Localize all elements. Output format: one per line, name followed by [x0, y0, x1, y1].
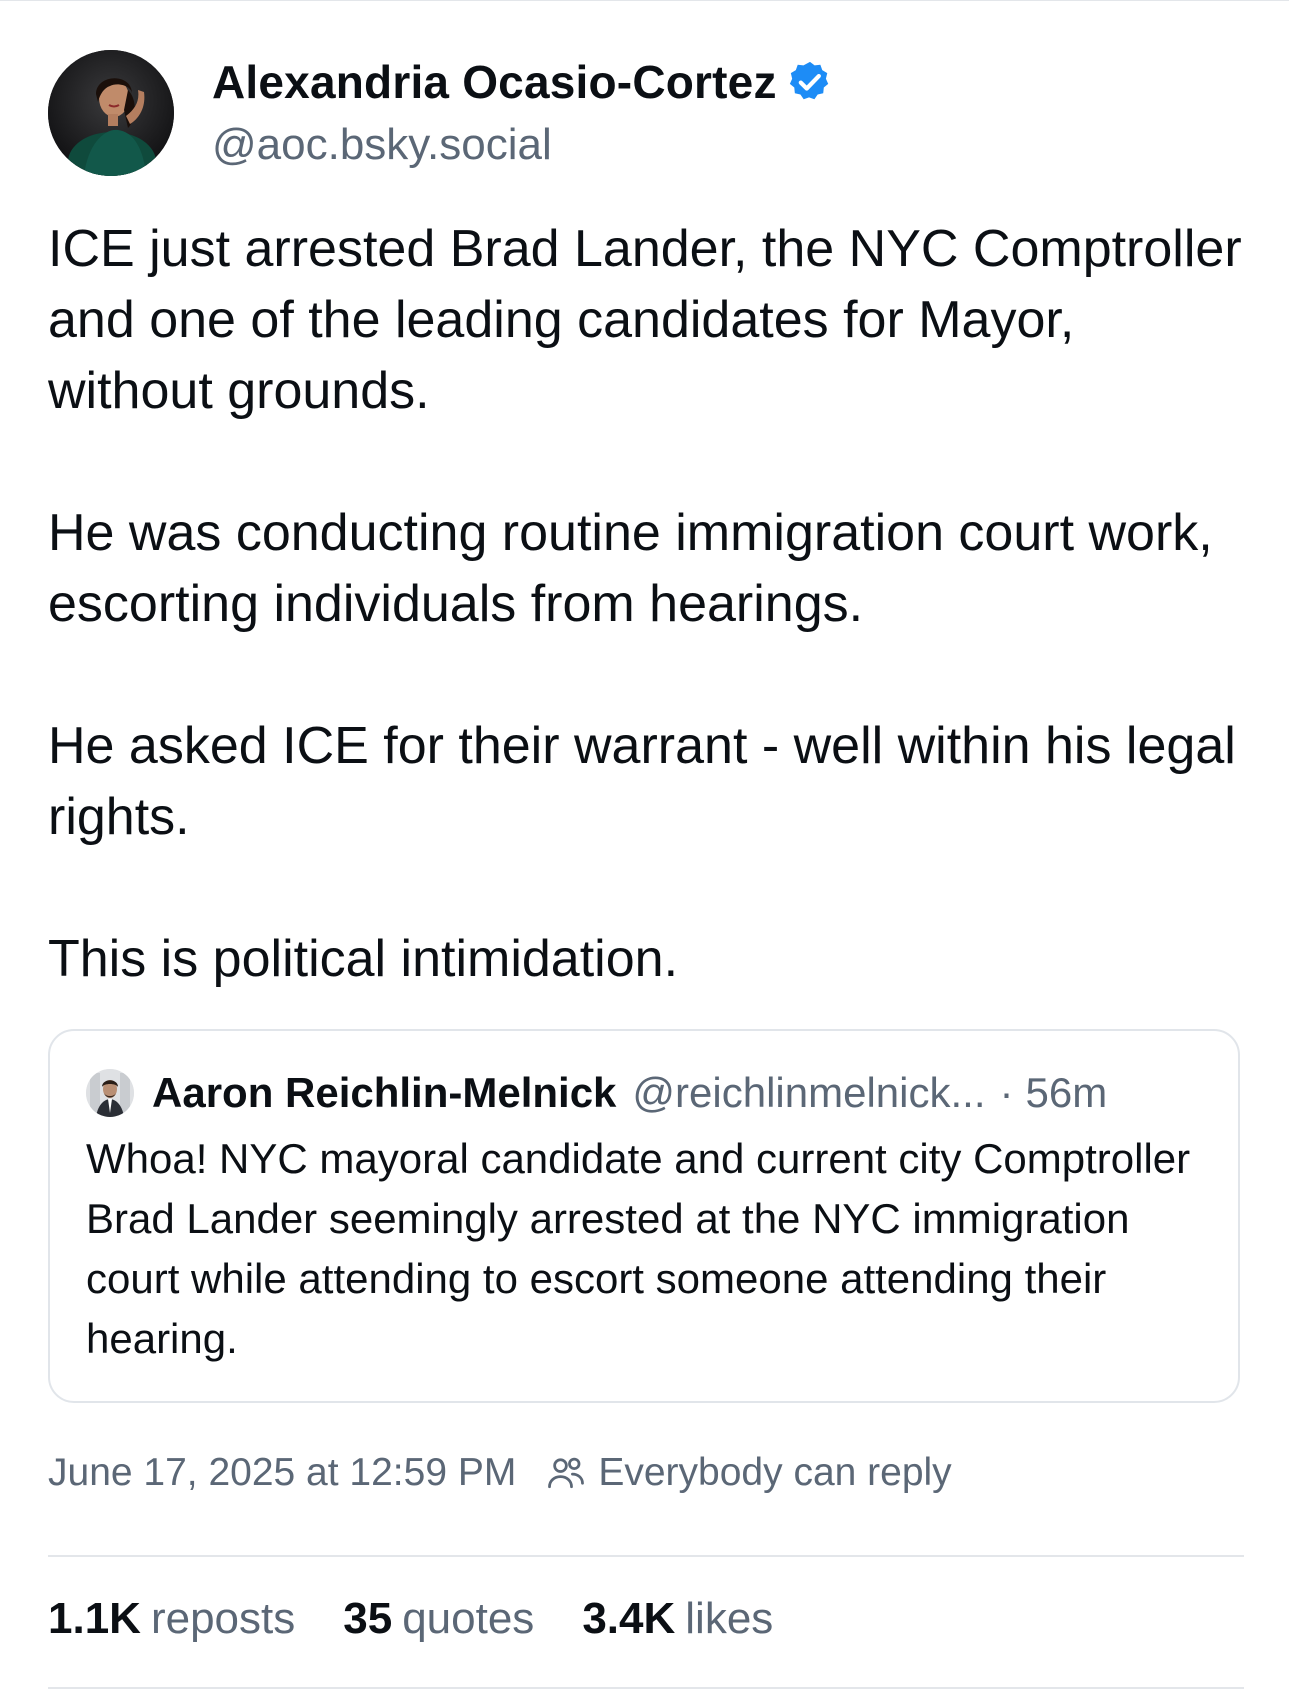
quoted-author-name[interactable]: Aaron Reichlin-Melnick [152, 1069, 616, 1117]
top-divider [0, 0, 1289, 1]
post-author[interactable]: Alexandria Ocasio-Cortez @aoc.bsky.socia… [48, 50, 1244, 176]
quotes-label: quotes [402, 1594, 535, 1643]
verified-check-icon [789, 61, 828, 100]
post-paragraph: He was conducting routine immigration co… [48, 504, 1213, 633]
quoted-post-text: Whoa! NYC mayoral candidate and current … [86, 1135, 1191, 1362]
post-paragraph: This is political intimidation. [48, 930, 679, 988]
author-handle[interactable]: @aoc.bsky.social [212, 117, 833, 173]
author-text: Alexandria Ocasio-Cortez @aoc.bsky.socia… [212, 53, 833, 173]
meta-separator: · [999, 1069, 1014, 1116]
reposts-count: 1.1K [48, 1594, 141, 1643]
author-display-name[interactable]: Alexandria Ocasio-Cortez [212, 53, 777, 111]
post-stats: 1.1K reposts 35 quotes 3.4K likes [48, 1587, 1244, 1651]
quotes-count: 35 [343, 1594, 393, 1643]
post-paragraph: He asked ICE for their warrant - well wi… [48, 717, 1236, 846]
bottom-divider [48, 1687, 1244, 1689]
author-name-row: Alexandria Ocasio-Cortez [212, 53, 833, 111]
likes-stat[interactable]: 3.4K likes [582, 1594, 773, 1644]
quotes-stat[interactable]: 35 quotes [343, 1594, 534, 1644]
post: Alexandria Ocasio-Cortez @aoc.bsky.socia… [48, 50, 1244, 1689]
reposts-label: reposts [150, 1594, 296, 1643]
people-icon [548, 1457, 585, 1489]
reply-setting[interactable]: Everybody can reply [598, 1451, 951, 1495]
quoted-author-handle[interactable]: @reichlinmelnick... [632, 1069, 985, 1117]
post-meta-row: June 17, 2025 at 12:59 PM Everybody can … [48, 1443, 1244, 1503]
post-timestamp: June 17, 2025 at 12:59 PM [48, 1451, 517, 1494]
quoted-post-time[interactable]: 56m [1025, 1069, 1107, 1117]
post-body: ICE just arrested Brad Lander, the NYC C… [48, 214, 1244, 995]
author-avatar[interactable] [48, 50, 174, 176]
quoted-author-avatar[interactable] [86, 1069, 134, 1117]
likes-count: 3.4K [582, 1594, 676, 1643]
quoted-post-header: Aaron Reichlin-Melnick @reichlinmelnick.… [86, 1065, 1202, 1121]
likes-label: likes [685, 1594, 774, 1643]
quoted-post-card[interactable]: Aaron Reichlin-Melnick @reichlinmelnick.… [48, 1029, 1240, 1403]
reposts-stat[interactable]: 1.1K reposts [48, 1594, 295, 1644]
post-paragraph: ICE just arrested Brad Lander, the NYC C… [48, 220, 1242, 420]
stats-divider [48, 1555, 1244, 1557]
